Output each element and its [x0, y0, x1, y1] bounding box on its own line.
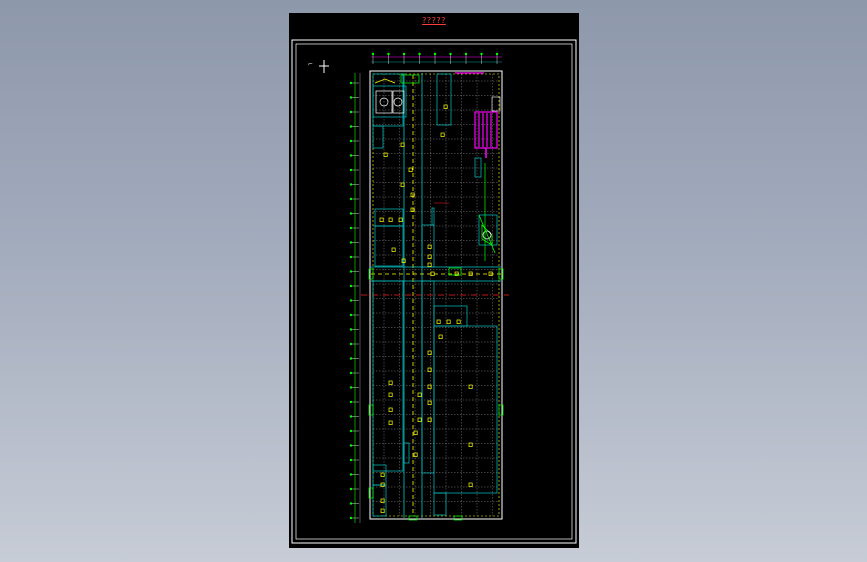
- label-glyph: [427, 262, 432, 267]
- axis-marker: [349, 458, 353, 462]
- label-glyph: [388, 407, 393, 412]
- axis-marker: [349, 400, 353, 404]
- axis-marker: [349, 96, 353, 99]
- axis-marker: [495, 52, 499, 56]
- label-glyph: [446, 319, 451, 324]
- axis-marker: [371, 52, 375, 56]
- lower-rooms: [372, 280, 498, 517]
- label-glyph: [417, 417, 422, 422]
- drawing-sheet[interactable]: ????? ⌐: [289, 13, 579, 548]
- label-glyph: [468, 482, 473, 487]
- axis-marker: [349, 154, 353, 157]
- label-glyph: [380, 508, 385, 513]
- conveyor-equipment: [474, 111, 498, 158]
- axis-marker: [349, 342, 353, 346]
- svg-text:⌐: ⌐: [308, 61, 313, 68]
- axis-marker: [349, 168, 353, 172]
- axis-marker: [349, 516, 353, 520]
- label-glyph: [388, 392, 393, 397]
- label-glyph: [388, 420, 393, 425]
- axis-marker: [349, 255, 353, 259]
- label-glyph: [438, 334, 443, 339]
- axis-marker: [349, 241, 353, 244]
- axis-marker: [349, 212, 353, 215]
- label-glyph: [417, 392, 422, 397]
- top-dimension-line: [371, 56, 502, 63]
- label-glyph: [427, 244, 432, 249]
- axis-marker: [349, 502, 353, 505]
- axis-marker: [464, 52, 468, 56]
- axis-marker: [349, 197, 353, 201]
- label-glyph: [380, 498, 385, 503]
- label-glyph: [427, 350, 432, 355]
- label-glyph: [443, 104, 448, 109]
- axis-marker: [349, 313, 353, 317]
- label-glyph: [388, 380, 393, 385]
- axis-marker: [349, 415, 353, 418]
- label-glyph: [388, 217, 393, 222]
- equipment-cluster-upper-left: [372, 74, 420, 118]
- label-glyph: [391, 247, 396, 252]
- label-glyph: [427, 417, 432, 422]
- axis-marker: [349, 226, 353, 230]
- top-axis-markers: [371, 52, 499, 64]
- north-arrow-icon: ⌐: [308, 60, 329, 73]
- label-glyph: [427, 400, 432, 405]
- axis-marker: [349, 110, 353, 114]
- axis-marker: [349, 81, 353, 85]
- axis-marker: [349, 328, 353, 331]
- label-glyph: [427, 254, 432, 259]
- axis-marker: [349, 386, 353, 389]
- top-bar-equipment: [455, 72, 501, 112]
- label-glyph: [440, 132, 445, 137]
- axis-marker: [418, 52, 421, 56]
- axis-marker: [387, 52, 390, 56]
- axis-marker: [349, 139, 353, 143]
- axis-marker: [349, 284, 353, 288]
- axis-marker: [402, 52, 406, 56]
- label-glyph: [436, 319, 441, 324]
- axis-marker: [349, 371, 353, 375]
- axis-marker: [349, 357, 353, 360]
- axis-marker: [349, 487, 353, 491]
- label-glyph: [413, 430, 418, 435]
- axis-marker: [349, 299, 353, 302]
- label-glyph: [456, 319, 461, 324]
- upper-rooms: [372, 73, 498, 268]
- axis-marker: [349, 429, 353, 433]
- axis-marker: [349, 473, 353, 476]
- axis-marker: [433, 52, 437, 56]
- left-dimension-line: [354, 73, 361, 523]
- label-glyph: [379, 217, 384, 222]
- axis-marker: [349, 183, 353, 186]
- axis-marker: [349, 444, 353, 447]
- left-axis-markers: [349, 81, 359, 520]
- label-glyph: [430, 271, 435, 276]
- axis-marker: [480, 52, 483, 56]
- axis-marker: [349, 270, 353, 273]
- axis-marker: [449, 52, 452, 56]
- label-glyph: [380, 472, 385, 477]
- room-labels: [379, 104, 493, 513]
- axis-marker: [349, 125, 353, 128]
- floor-plan: ⌐: [291, 39, 577, 544]
- label-glyph: [408, 167, 413, 172]
- label-glyph: [413, 452, 418, 457]
